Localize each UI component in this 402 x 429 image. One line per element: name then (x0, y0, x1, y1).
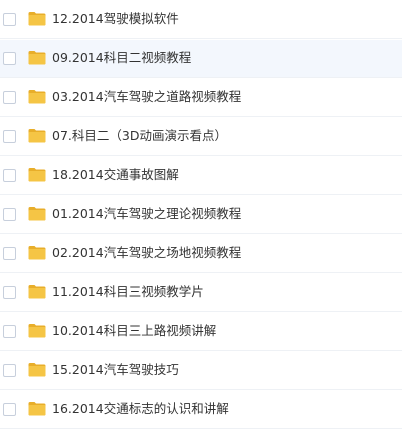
folder-name[interactable]: 07.科目二（3D动画演示看点） (52, 127, 227, 145)
row-checkbox[interactable] (3, 247, 16, 260)
list-item[interactable]: 11.2014科目三视频教学片 (0, 274, 402, 312)
folder-icon (28, 168, 46, 182)
row-checkbox[interactable] (3, 91, 16, 104)
list-item[interactable]: 10.2014科目三上路视频讲解 (0, 313, 402, 351)
folder-icon (28, 402, 46, 416)
folder-icon (28, 363, 46, 377)
row-checkbox[interactable] (3, 13, 16, 26)
list-item[interactable]: 16.2014交通标志的认识和讲解 (0, 391, 402, 429)
folder-name[interactable]: 01.2014汽车驾驶之理论视频教程 (52, 205, 241, 223)
folder-icon (28, 129, 46, 143)
row-checkbox[interactable] (3, 403, 16, 416)
folder-icon (28, 324, 46, 338)
folder-name[interactable]: 09.2014科目二视频教程 (52, 49, 191, 67)
list-item[interactable]: 15.2014汽车驾驶技巧 (0, 352, 402, 390)
folder-icon (28, 207, 46, 221)
row-checkbox[interactable] (3, 208, 16, 221)
folder-name[interactable]: 16.2014交通标志的认识和讲解 (52, 400, 229, 418)
folder-name[interactable]: 12.2014驾驶模拟软件 (52, 10, 179, 28)
file-list: 12.2014驾驶模拟软件 09.2014科目二视频教程 03.2014汽车驾驶… (0, 0, 402, 429)
list-item[interactable]: 03.2014汽车驾驶之道路视频教程 (0, 79, 402, 117)
folder-name[interactable]: 11.2014科目三视频教学片 (52, 283, 204, 301)
folder-icon (28, 246, 46, 260)
list-item[interactable]: 12.2014驾驶模拟软件 (0, 1, 402, 39)
row-checkbox[interactable] (3, 364, 16, 377)
list-item[interactable]: 01.2014汽车驾驶之理论视频教程 (0, 196, 402, 234)
list-item[interactable]: 02.2014汽车驾驶之场地视频教程 (0, 235, 402, 273)
folder-name[interactable]: 18.2014交通事故图解 (52, 166, 179, 184)
list-item[interactable]: 18.2014交通事故图解 (0, 157, 402, 195)
row-checkbox[interactable] (3, 52, 16, 65)
row-checkbox[interactable] (3, 169, 16, 182)
list-item[interactable]: 09.2014科目二视频教程 (0, 40, 402, 78)
list-item[interactable]: 07.科目二（3D动画演示看点） (0, 118, 402, 156)
folder-name[interactable]: 15.2014汽车驾驶技巧 (52, 361, 179, 379)
row-checkbox[interactable] (3, 325, 16, 338)
folder-name[interactable]: 03.2014汽车驾驶之道路视频教程 (52, 88, 241, 106)
folder-name[interactable]: 10.2014科目三上路视频讲解 (52, 322, 216, 340)
row-checkbox[interactable] (3, 286, 16, 299)
folder-icon (28, 90, 46, 104)
row-checkbox[interactable] (3, 130, 16, 143)
folder-icon (28, 285, 46, 299)
folder-icon (28, 12, 46, 26)
folder-name[interactable]: 02.2014汽车驾驶之场地视频教程 (52, 244, 241, 262)
folder-icon (28, 51, 46, 65)
